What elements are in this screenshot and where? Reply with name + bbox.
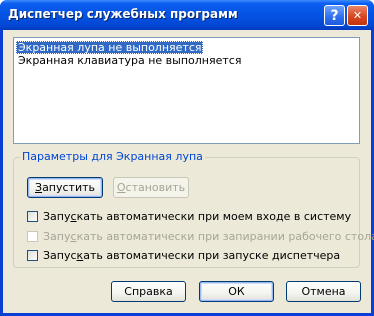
autostart-login-checkbox[interactable]: Запу с кать автоматически при моем входе в… bbox=[27, 209, 351, 223]
ok-button[interactable]: ОК bbox=[199, 281, 274, 302]
close-button[interactable]: ✕ bbox=[347, 5, 368, 26]
question-icon: ? bbox=[330, 7, 339, 24]
checkbox-label-accel: к bbox=[76, 248, 84, 262]
title-bar[interactable]: Диспетчер служебных программ ? ✕ bbox=[0, 0, 374, 30]
cancel-button[interactable]: Отмена bbox=[286, 281, 361, 302]
options-group-caption: Параметры для Экранная лупа bbox=[20, 150, 205, 163]
list-item-keyboard[interactable]: Экранная клавиатура не выполняется bbox=[16, 54, 243, 67]
window-title: Диспетчер служебных программ bbox=[8, 7, 238, 21]
checkbox-label-prefix: Запус bbox=[43, 248, 77, 262]
autostart-lock-checkbox[interactable]: Запу с кать автоматически при запирании ра… bbox=[27, 229, 374, 243]
checkbox-label-rest: кать автоматически при запирании рабочег… bbox=[76, 229, 374, 243]
dialog-body: Экранная лупа не выполняется Экранная кл… bbox=[3, 30, 374, 313]
options-group: Параметры для Экранная лупа Запустить Ос… bbox=[13, 150, 374, 268]
help-title-button[interactable]: ? bbox=[324, 5, 345, 26]
checkbox-label-prefix: Запу bbox=[43, 229, 71, 243]
autostart-manager-checkbox[interactable]: Запус к ать автоматически при запуске дисп… bbox=[27, 248, 340, 262]
stop-accel: О bbox=[116, 181, 126, 194]
checkbox-label-rest: кать автоматически при моем входе в сист… bbox=[76, 209, 352, 223]
stop-button[interactable]: Остановить bbox=[113, 177, 189, 198]
stop-label: становить bbox=[125, 181, 186, 194]
close-icon: ✕ bbox=[352, 9, 363, 22]
utility-manager-window: Диспетчер служебных программ ? ✕ Экранна… bbox=[0, 0, 374, 316]
start-button[interactable]: Запустить bbox=[27, 177, 103, 198]
start-label: апустить bbox=[42, 181, 95, 194]
list-item-magnifier[interactable]: Экранная лупа не выполняется bbox=[16, 41, 204, 54]
checkbox-label-prefix: Запу bbox=[43, 209, 71, 223]
checkbox-label-rest: ать автоматически при запуске диспетчера bbox=[83, 248, 341, 262]
help-button[interactable]: Справка bbox=[111, 281, 186, 302]
checkbox-box[interactable] bbox=[27, 249, 38, 261]
programs-list[interactable]: Экранная лупа не выполняется Экранная кл… bbox=[13, 37, 360, 144]
checkbox-box[interactable] bbox=[27, 210, 38, 222]
start-accel: З bbox=[35, 181, 43, 194]
checkbox-box[interactable] bbox=[27, 230, 38, 242]
